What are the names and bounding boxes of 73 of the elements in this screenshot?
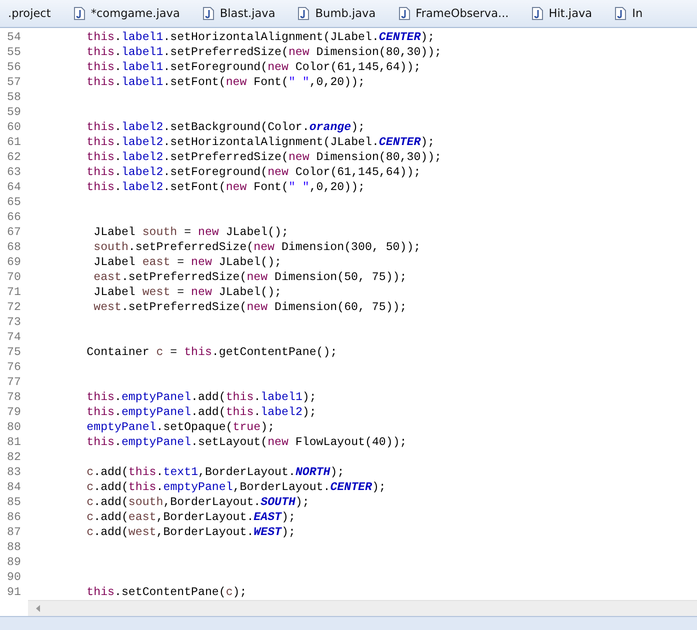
code-line: this.label2.setBackground(Color.orange); bbox=[86, 121, 365, 134]
line-number: 58 bbox=[6, 91, 22, 104]
line-number: 68 bbox=[6, 241, 22, 254]
editor-tab[interactable]: Hit.java bbox=[530, 0, 614, 27]
line-number: 63 bbox=[6, 166, 22, 179]
editor-tab[interactable]: .project bbox=[6, 0, 72, 27]
code-line: c.add(this.emptyPanel,BorderLayout.CENTER); bbox=[86, 481, 386, 494]
code-line: c.add(this.text1,BorderLayout.NORTH); bbox=[86, 466, 344, 479]
line-number: 84 bbox=[6, 481, 22, 494]
line-number: 56 bbox=[6, 61, 22, 74]
horizontal-scrollbar[interactable] bbox=[28, 600, 697, 616]
line-number: 62 bbox=[6, 151, 22, 164]
code-line: JLabel east = new JLabel(); bbox=[92, 256, 282, 269]
line-number: 80 bbox=[6, 421, 22, 434]
code-line: this.label1.setForeground(new Color(61,145,64)); bbox=[86, 61, 421, 74]
code-line: this.label1.setFont(new Font(" ",0,20)); bbox=[86, 76, 366, 89]
code-line: this.label1.setHorizontalAlignment(JLabel.CENTER); bbox=[86, 31, 435, 44]
code-line: this.emptyPanel.setLayout(new FlowLayout(40)); bbox=[86, 436, 407, 449]
code-line: east.setPreferredSize(new Dimension(50, 75)); bbox=[92, 271, 407, 284]
line-number: 61 bbox=[6, 136, 22, 149]
code-line: this.label2.setForeground(new Color(61,145,64)); bbox=[86, 166, 421, 179]
code-line: c.add(west,BorderLayout.WEST); bbox=[86, 526, 296, 539]
line-number: 69 bbox=[6, 256, 22, 269]
line-number: 79 bbox=[6, 406, 22, 419]
line-number: 83 bbox=[6, 466, 22, 479]
line-number: 57 bbox=[6, 76, 22, 89]
line-number: 71 bbox=[6, 286, 22, 299]
line-number: 60 bbox=[6, 121, 22, 134]
editor-tab[interactable]: *comgame.java bbox=[72, 0, 201, 27]
left-arrow-icon[interactable] bbox=[36, 605, 40, 612]
line-number: 81 bbox=[6, 436, 22, 449]
line-number: 67 bbox=[6, 226, 22, 239]
line-number: 55 bbox=[6, 46, 22, 59]
line-number: 75 bbox=[6, 346, 22, 359]
line-number: 77 bbox=[6, 376, 22, 389]
code-line: this.label2.setHorizontalAlignment(JLabel.CENTER); bbox=[86, 136, 435, 149]
line-number: 86 bbox=[6, 511, 22, 524]
code-line: c.add(east,BorderLayout.EAST); bbox=[86, 511, 296, 524]
line-number: 87 bbox=[6, 526, 22, 539]
code-line: this.setContentPane(c); bbox=[86, 586, 247, 599]
editor-tab[interactable]: Bumb.java bbox=[296, 0, 397, 27]
code-line: JLabel west = new JLabel(); bbox=[92, 286, 282, 299]
line-number: 73 bbox=[6, 316, 22, 329]
line-number: 89 bbox=[6, 556, 22, 569]
editor-tab[interactable]: FrameObserva... bbox=[396, 0, 530, 27]
code-line: this.label2.setFont(new Font(" ",0,20)); bbox=[86, 181, 366, 194]
editor-tab[interactable]: In bbox=[613, 0, 664, 27]
line-number: 82 bbox=[6, 451, 22, 464]
line-number: 59 bbox=[6, 106, 22, 119]
code-line: this.label2.setPreferredSize(new Dimension(80,30)); bbox=[86, 151, 442, 164]
line-number: 90 bbox=[6, 571, 22, 584]
code-line: Container c = this.getContentPane(); bbox=[86, 346, 338, 359]
line-number: 91 bbox=[6, 586, 22, 599]
line-number: 65 bbox=[6, 196, 22, 209]
line-number: 76 bbox=[6, 361, 22, 374]
code-line: west.setPreferredSize(new Dimension(60, 75)); bbox=[92, 301, 407, 314]
line-number: 85 bbox=[6, 496, 22, 509]
line-number: 74 bbox=[6, 331, 22, 344]
line-number: 66 bbox=[6, 211, 22, 224]
line-number: 64 bbox=[6, 181, 22, 194]
line-number: 88 bbox=[6, 541, 22, 554]
code-line: emptyPanel.setOpaque(true); bbox=[86, 421, 275, 434]
code-line: this.label1.setPreferredSize(new Dimension(80,30)); bbox=[86, 46, 442, 59]
code-line: south.setPreferredSize(new Dimension(300, 50)); bbox=[92, 241, 421, 254]
line-number: 70 bbox=[6, 271, 22, 284]
code-line: c.add(south,BorderLayout.SOUTH); bbox=[86, 496, 310, 509]
line-number: 78 bbox=[6, 391, 22, 404]
line-number: 72 bbox=[6, 301, 22, 314]
line-number: 54 bbox=[6, 31, 22, 44]
code-line: this.emptyPanel.add(this.label1); bbox=[86, 391, 316, 404]
code-line: JLabel south = new JLabel(); bbox=[92, 226, 288, 239]
editor-tab[interactable]: Blast.java bbox=[200, 0, 296, 27]
code-line: this.emptyPanel.add(this.label2); bbox=[86, 406, 316, 419]
